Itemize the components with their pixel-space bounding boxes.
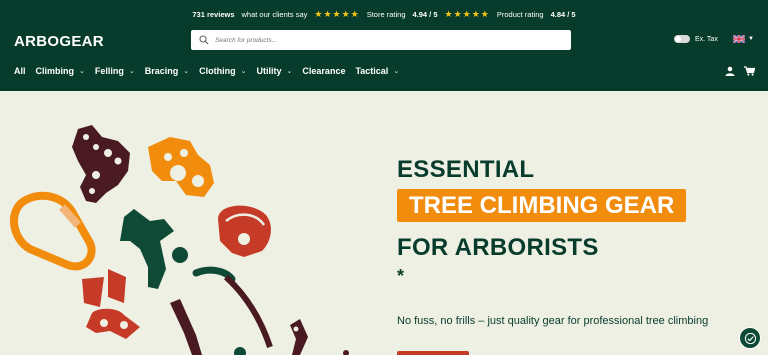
tax-toggle[interactable]: Ex. Tax xyxy=(674,35,718,43)
nav-item-label: Clearance xyxy=(302,66,346,76)
nav-item-tactical[interactable]: Tactical ⌄ xyxy=(355,66,399,76)
nav-item-label: Climbing xyxy=(35,66,75,76)
nav-item-label: All xyxy=(14,66,26,76)
search-input[interactable] xyxy=(215,36,555,44)
nav-item-label: Clothing xyxy=(199,66,236,76)
descender-device-image xyxy=(72,125,130,203)
user-icon[interactable] xyxy=(725,66,735,76)
nav-item-label: Felling xyxy=(94,66,124,76)
hero-title-line-3: FOR ARBORISTS xyxy=(397,234,599,261)
search-bar[interactable] xyxy=(191,30,571,50)
product-rating-stars: ★★★★★ xyxy=(444,8,490,19)
store-rating-label: Store rating xyxy=(366,9,406,19)
nav-item-bracing[interactable]: Bracing ⌄ xyxy=(145,66,189,76)
chevron-down-icon: ▼ xyxy=(748,36,754,42)
nav-item-label: Tactical xyxy=(355,66,389,76)
site-header: 731 reviews what our clients say ★★★★★ S… xyxy=(0,0,768,91)
cart-icon[interactable] xyxy=(744,66,755,76)
nav-item-clearance[interactable]: Clearance xyxy=(302,66,345,76)
hero-title-line-1: ESSENTIAL xyxy=(397,156,535,183)
store-rating-value: 4.94 / 5 xyxy=(412,9,438,19)
hero-tagline: No fuss, no frills – just quality gear f… xyxy=(397,315,709,327)
product-rating-label: Product rating xyxy=(496,9,544,19)
product-rating-value: 4.84 / 5 xyxy=(550,9,576,19)
language-selector[interactable]: ▼ xyxy=(733,35,754,43)
tax-label: Ex. Tax xyxy=(695,35,718,43)
search-icon xyxy=(199,35,209,45)
main-nav: All Climbing ⌄ Felling ⌄ Bracing ⌄ Clothing… xyxy=(14,66,399,76)
chevron-down-icon: ⌄ xyxy=(128,68,135,75)
hero-asterisk: * xyxy=(397,266,405,286)
review-bar[interactable]: 731 reviews what our clients say ★★★★★ S… xyxy=(0,4,768,24)
chevron-down-icon: ⌄ xyxy=(240,68,247,75)
nav-item-label: Utility xyxy=(256,66,282,76)
nav-item-label: Bracing xyxy=(144,66,179,76)
climbing-gear-illustration xyxy=(10,125,349,355)
carabiner-image xyxy=(10,191,96,271)
rope-grab-image xyxy=(120,209,188,289)
nav-item-utility[interactable]: Utility ⌄ xyxy=(257,66,293,76)
climbing-spikes-image xyxy=(170,299,308,355)
nav-item-felling[interactable]: Felling ⌄ xyxy=(95,66,135,76)
harness-image xyxy=(82,269,140,339)
nav-item-climbing[interactable]: Climbing ⌄ xyxy=(36,66,85,76)
uk-flag-icon xyxy=(733,35,745,43)
chevron-down-icon: ⌄ xyxy=(79,68,85,75)
store-rating-stars: ★★★★★ xyxy=(314,8,360,19)
chevron-down-icon: ⌄ xyxy=(286,68,293,75)
chevron-down-icon: ⌄ xyxy=(393,68,400,75)
rope-pulley-image xyxy=(148,137,214,197)
hero-cta-button[interactable] xyxy=(397,351,469,355)
reviews-label: what our clients say xyxy=(241,9,308,19)
helmet-image xyxy=(218,205,271,257)
handsaw-image xyxy=(192,266,273,348)
nav-item-clothing[interactable]: Clothing ⌄ xyxy=(199,66,246,76)
tax-switch[interactable] xyxy=(674,35,690,43)
cookie-consent-button[interactable] xyxy=(739,327,761,349)
hero-title-highlight: TREE CLIMBING GEAR xyxy=(397,189,687,222)
cookie-consent-icon xyxy=(744,332,756,344)
nav-item-all[interactable]: All xyxy=(14,66,26,76)
reviews-count: 731 reviews xyxy=(192,9,235,19)
chevron-down-icon: ⌄ xyxy=(183,68,190,75)
site-logo[interactable]: ARBOGEAR xyxy=(14,33,104,50)
